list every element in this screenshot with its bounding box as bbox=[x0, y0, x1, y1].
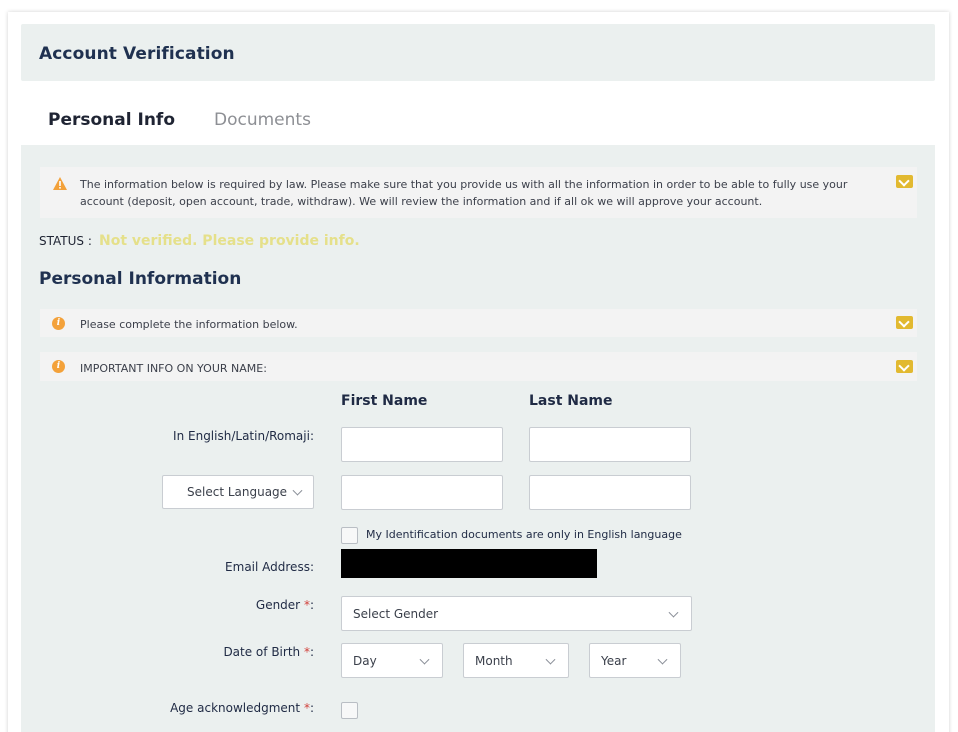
chevron-down-icon bbox=[668, 607, 679, 618]
law-notice: The information below is required by law… bbox=[40, 167, 917, 218]
email-label: Email Address: bbox=[225, 560, 314, 574]
gender-label: Gender *: bbox=[150, 598, 314, 612]
page-header: Account Verification bbox=[21, 24, 935, 81]
english-only-checkbox[interactable] bbox=[341, 527, 358, 544]
last-name-native-input[interactable] bbox=[529, 475, 691, 510]
info-icon: i bbox=[52, 317, 65, 330]
section-title: Personal Information bbox=[39, 269, 242, 289]
label-colon: : bbox=[309, 645, 314, 659]
language-select-value: Select Language bbox=[187, 485, 288, 499]
dob-day-select[interactable]: Day bbox=[341, 643, 443, 678]
warning-icon bbox=[53, 177, 67, 190]
tab-documents[interactable]: Documents bbox=[214, 110, 311, 130]
dob-year-select[interactable]: Year bbox=[589, 643, 681, 678]
status-badge: Not verified. Please provide info. bbox=[99, 233, 360, 249]
chevron-down-icon bbox=[419, 654, 430, 665]
gender-label-text: Gender bbox=[255, 598, 301, 612]
first-name-native-input[interactable] bbox=[341, 475, 503, 510]
dob-month-select[interactable]: Month bbox=[463, 643, 569, 678]
chevron-down-icon[interactable] bbox=[896, 175, 913, 188]
chevron-down-icon[interactable] bbox=[896, 360, 913, 373]
age-label: Age acknowledgment *: bbox=[140, 701, 314, 715]
chevron-down-icon bbox=[545, 654, 556, 665]
dob-month-value: Month bbox=[475, 653, 513, 668]
language-select[interactable]: Select Language bbox=[162, 475, 314, 509]
last-name-header: Last Name bbox=[529, 393, 613, 409]
chevron-down-icon[interactable] bbox=[896, 316, 913, 329]
chevron-down-icon bbox=[292, 485, 303, 496]
age-label-text: Age acknowledgment bbox=[170, 701, 301, 715]
gender-select[interactable]: Select Gender bbox=[341, 596, 692, 631]
complete-info-notice: i Please complete the information below. bbox=[40, 309, 917, 337]
english-name-label: In English/Latin/Romaji: bbox=[173, 429, 314, 443]
name-info-text: IMPORTANT INFO ON YOUR NAME: bbox=[80, 362, 267, 375]
dob-year-value: Year bbox=[601, 653, 627, 668]
dob-label-text: Date of Birth bbox=[223, 645, 301, 659]
gender-select-value: Select Gender bbox=[353, 606, 439, 621]
email-value-redacted bbox=[341, 549, 597, 578]
first-name-english-input[interactable] bbox=[341, 427, 503, 462]
dob-day-value: Day bbox=[353, 653, 377, 668]
name-info-notice: i IMPORTANT INFO ON YOUR NAME: bbox=[40, 352, 917, 381]
dob-label: Date of Birth *: bbox=[150, 645, 314, 659]
english-only-label: My Identification documents are only in … bbox=[366, 528, 682, 541]
chevron-down-icon bbox=[657, 654, 668, 665]
law-notice-text: The information below is required by law… bbox=[80, 178, 848, 208]
last-name-english-input[interactable] bbox=[529, 427, 691, 462]
status-label: STATUS : bbox=[39, 234, 92, 248]
age-acknowledgment-checkbox[interactable] bbox=[341, 702, 358, 719]
info-icon: i bbox=[52, 360, 65, 373]
tab-personal-info[interactable]: Personal Info bbox=[48, 110, 175, 130]
page-title: Account Verification bbox=[39, 44, 235, 64]
first-name-header: First Name bbox=[341, 393, 428, 409]
label-colon: : bbox=[309, 598, 314, 612]
label-colon: : bbox=[309, 701, 314, 715]
complete-info-text: Please complete the information below. bbox=[80, 318, 298, 331]
